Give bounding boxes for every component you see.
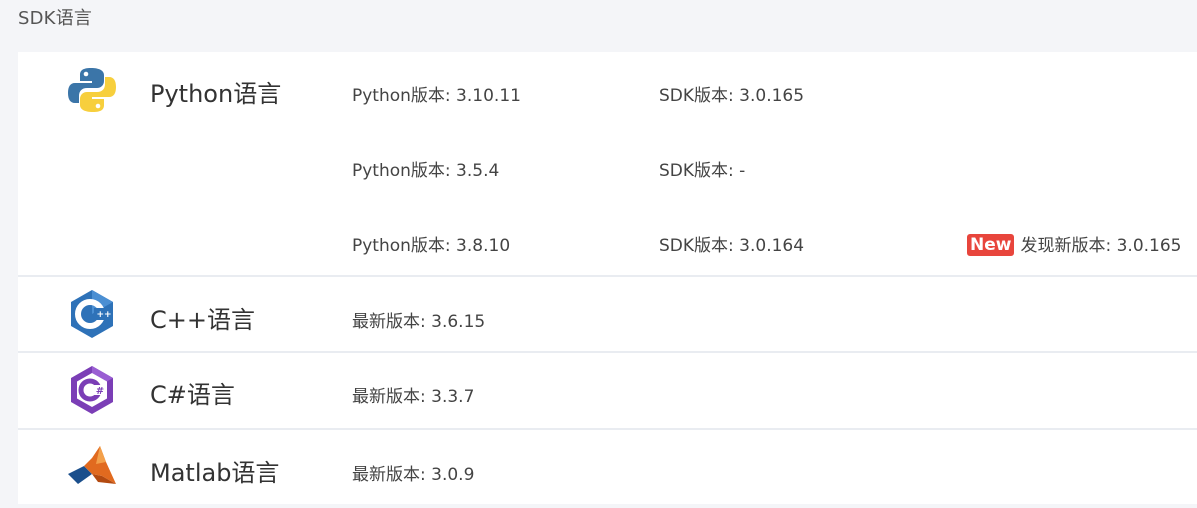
python-version: Python版本: 3.10.11 [352, 86, 521, 106]
sdk-version: SDK版本: 3.0.165 [659, 86, 805, 106]
svg-text:++: ++ [96, 310, 111, 320]
language-name-matlab: Matlab语言 [150, 459, 280, 487]
svg-text:#: # [96, 386, 104, 397]
python-icon [66, 64, 118, 116]
sdk-language-list: Python语言 Python版本: 3.10.11 SDK版本: 3.0.16… [18, 52, 1197, 504]
csharp-icon: # [66, 364, 118, 416]
python-version: Python版本: 3.5.4 [352, 161, 500, 181]
language-name-python: Python语言 [150, 80, 282, 108]
language-row-matlab: Matlab语言 最新版本: 3.0.9 [18, 430, 1197, 504]
language-row-csharp: # C#语言 最新版本: 3.3.7 [18, 353, 1197, 430]
language-row-cpp: ++ C++语言 最新版本: 3.6.15 [18, 277, 1197, 353]
python-version: Python版本: 3.8.10 [352, 236, 511, 256]
latest-version: 最新版本: 3.0.9 [352, 465, 475, 485]
language-row-python: Python语言 Python版本: 3.10.11 SDK版本: 3.0.16… [18, 52, 1197, 277]
sdk-version: SDK版本: - [659, 161, 746, 181]
language-name-cpp: C++语言 [150, 306, 255, 334]
update-text[interactable]: 发现新版本: 3.0.165 [1020, 236, 1181, 256]
latest-version: 最新版本: 3.6.15 [352, 312, 486, 332]
matlab-icon [66, 440, 118, 492]
language-name-csharp: C#语言 [150, 381, 235, 409]
update-notice[interactable]: New 发现新版本: 3.0.165 [967, 231, 1182, 256]
new-badge: New [967, 234, 1015, 256]
sdk-version: SDK版本: 3.0.164 [659, 236, 805, 256]
section-title: SDK语言 [18, 8, 93, 29]
latest-version: 最新版本: 3.3.7 [352, 387, 475, 407]
cpp-icon: ++ [66, 288, 118, 340]
